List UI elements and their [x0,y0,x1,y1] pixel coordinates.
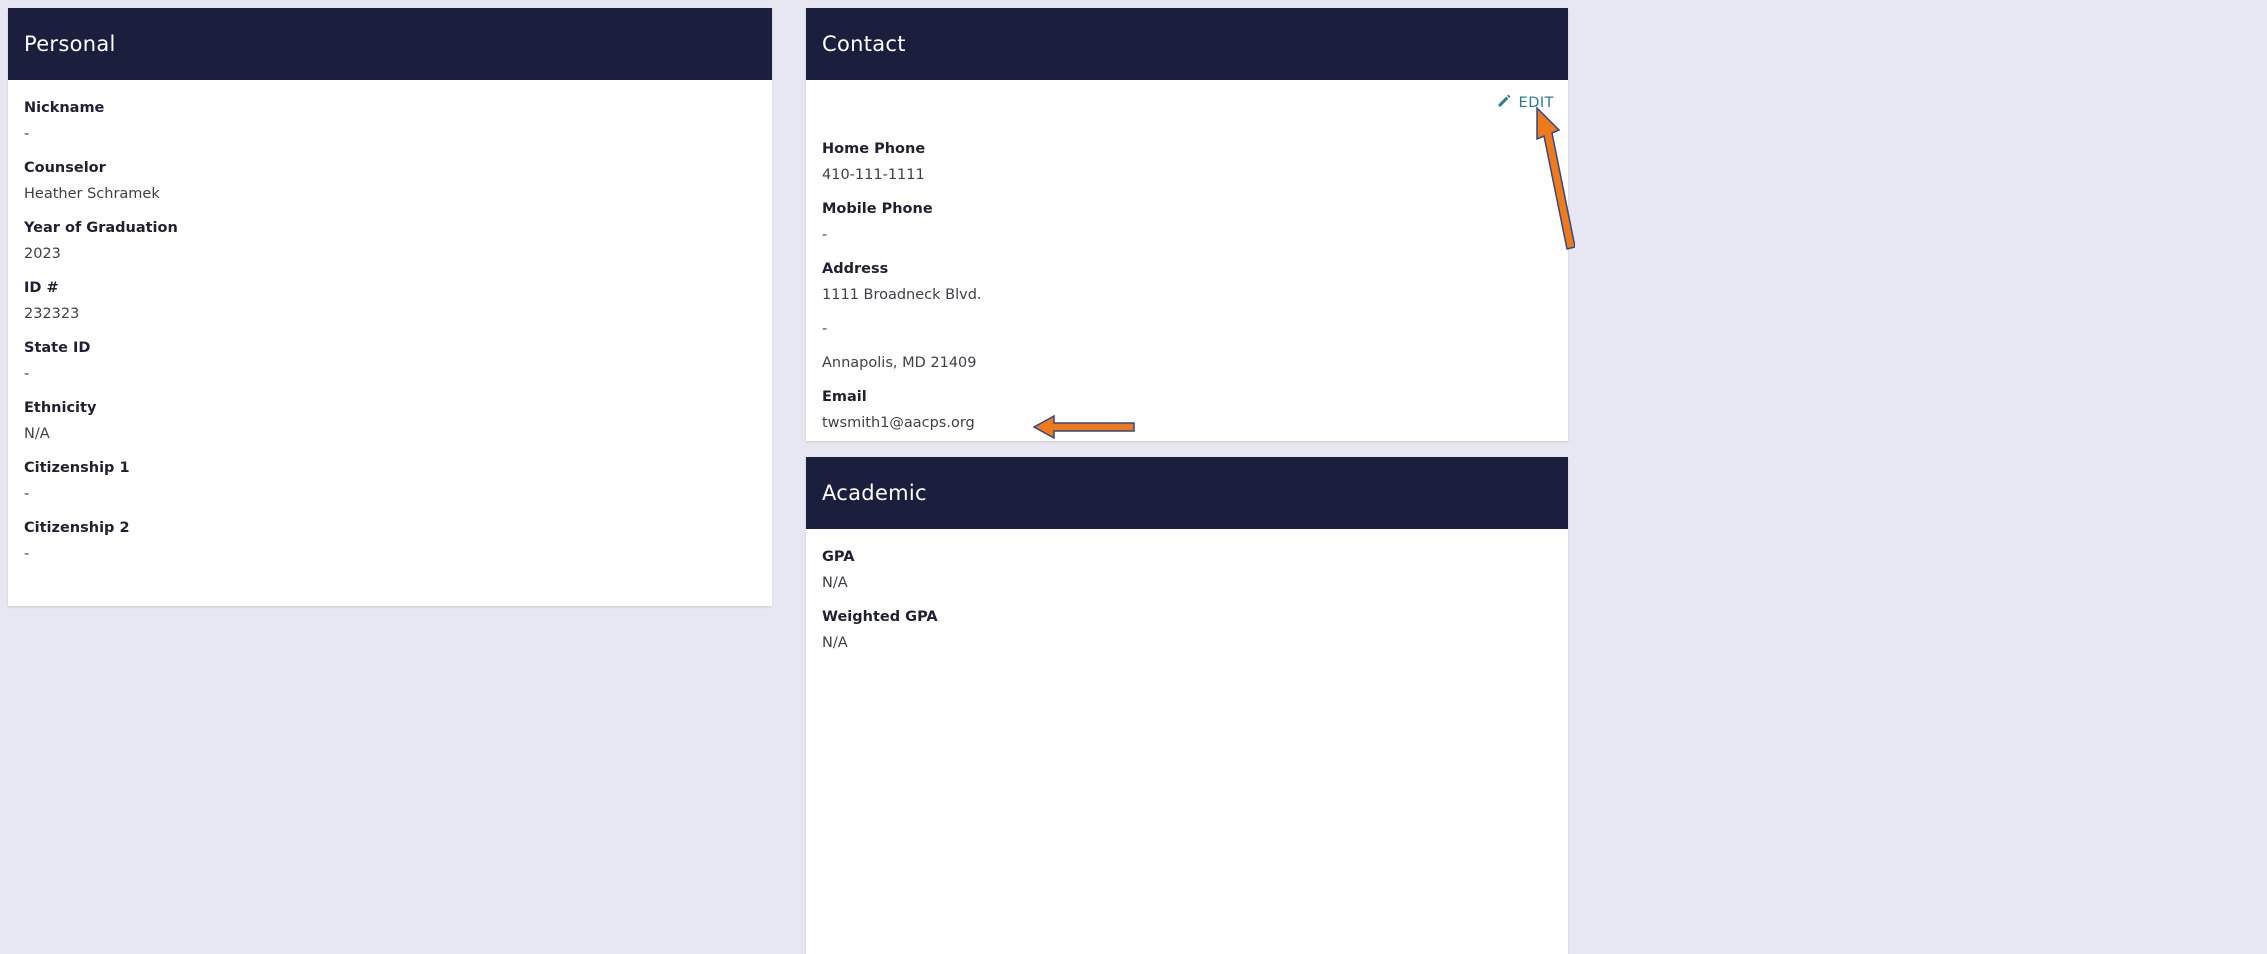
field-label: GPA [822,549,855,565]
field-gpa: GPA N/A [822,546,1552,594]
field-value: - [24,546,30,562]
field-id: ID # 232323 [24,277,756,325]
field-label: ID # [24,280,59,296]
field-year-of-graduation: Year of Graduation 2023 [24,217,756,265]
field-address: Address 1111 Broadneck Blvd. - Annapolis… [822,258,1552,374]
field-value: N/A [24,426,50,442]
field-label: Citizenship 2 [24,520,130,536]
field-value: twsmith1@aacps.org [822,415,975,431]
field-label: Email [822,389,867,405]
field-value: - [822,227,828,243]
field-value: Heather Schramek [24,186,160,202]
academic-card-title: Academic [806,457,1568,529]
field-value: - [24,126,30,142]
field-label: Address [822,261,889,277]
academic-fields: GPA N/A Weighted GPA N/A [806,529,1568,654]
field-label: Weighted GPA [822,609,938,625]
field-value: 410-111-1111 [822,167,925,183]
field-value: - [24,366,30,382]
field-nickname: Nickname - [24,97,756,145]
contact-fields: Home Phone 410-111-1111 Mobile Phone - A… [806,126,1568,434]
field-citizenship-1: Citizenship 1 - [24,457,756,505]
top-strip [0,0,2267,8]
field-counselor: Counselor Heather Schramek [24,157,756,205]
field-label: Citizenship 1 [24,460,130,476]
field-citizenship-2: Citizenship 2 - [24,517,756,565]
contact-actions: EDIT [806,80,1568,126]
field-label: Nickname [24,100,105,116]
field-value: N/A [822,575,848,591]
field-value: N/A [822,635,848,651]
personal-card: Personal Nickname - Counselor Heather Sc… [8,8,772,606]
field-label: State ID [24,340,91,356]
address-line-1: 1111 Broadneck Blvd. [822,287,982,303]
edit-label: EDIT [1518,94,1554,111]
field-email: Email twsmith1@aacps.org [822,386,1552,434]
personal-card-title: Personal [8,8,772,80]
pencil-icon [1496,92,1513,113]
field-label: Home Phone [822,141,926,157]
field-value: 232323 [24,306,80,322]
field-value: - [24,486,30,502]
field-home-phone: Home Phone 410-111-1111 [822,138,1552,186]
field-label: Ethnicity [24,400,97,416]
field-state-id: State ID - [24,337,756,385]
field-label: Counselor [24,160,106,176]
field-mobile-phone: Mobile Phone - [822,198,1552,246]
field-value: 2023 [24,246,61,262]
personal-fields: Nickname - Counselor Heather Schramek Ye… [8,80,772,565]
field-label: Mobile Phone [822,201,933,217]
field-ethnicity: Ethnicity N/A [24,397,756,445]
contact-card-title: Contact [806,8,1568,80]
field-weighted-gpa: Weighted GPA N/A [822,606,1552,654]
field-label: Year of Graduation [24,220,178,236]
contact-card: Contact EDIT Home Phone 410-111-1111 Mob… [806,8,1568,441]
address-line-3: Annapolis, MD 21409 [822,355,977,371]
address-line-2: - [822,321,828,337]
edit-contact-button[interactable]: EDIT [1496,92,1554,113]
academic-card: Academic GPA N/A Weighted GPA N/A [806,457,1568,954]
